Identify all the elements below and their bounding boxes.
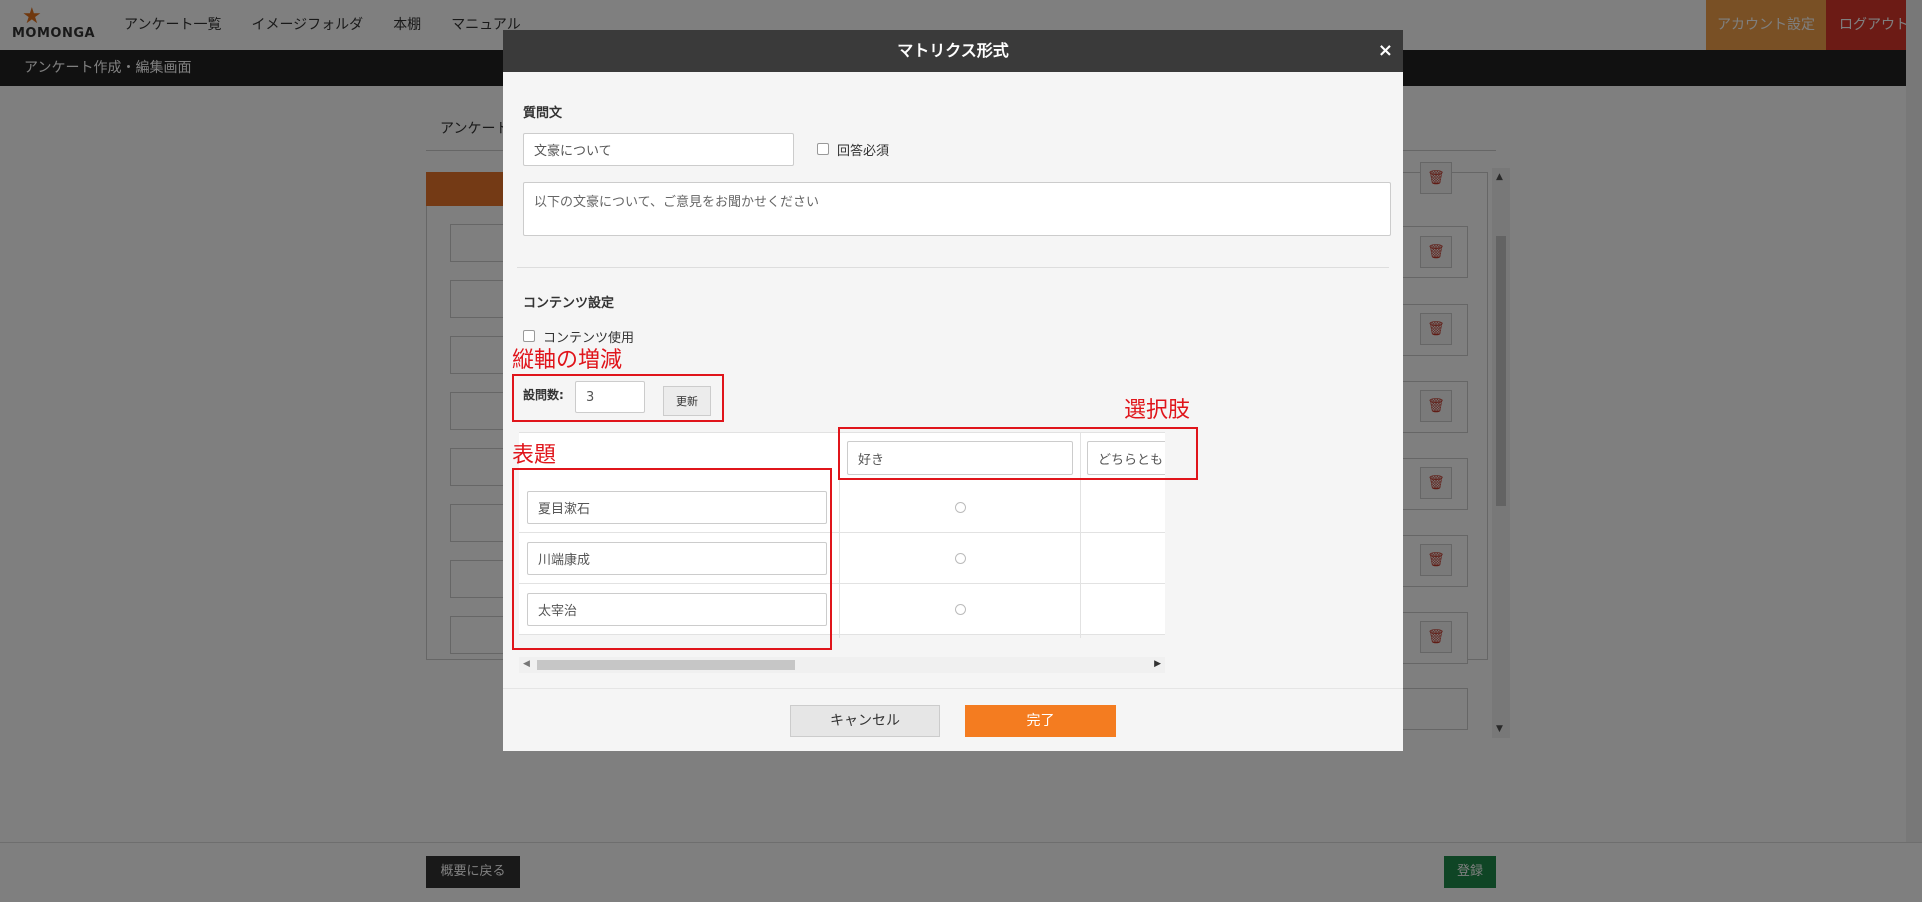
scroll-left-icon[interactable]: ◀ [523,659,530,669]
section-divider [517,267,1389,268]
required-label: 回答必須 [837,143,890,159]
done-button[interactable]: 完了 [965,705,1116,737]
question-label: 質問文 [523,106,563,121]
annotation-rows-label: 表題 [512,443,557,468]
annotation-choices-label: 選択肢 [1124,398,1191,423]
matrix-radio[interactable] [955,553,966,564]
content-settings-label: コンテンツ設定 [523,296,615,311]
annotation-rows-box [512,468,832,650]
content-use-checkbox[interactable]: コンテンツ使用 [523,325,634,347]
required-checkbox[interactable]: 回答必須 [817,138,889,160]
cancel-button[interactable]: キャンセル [790,705,940,737]
content-use-label: コンテンツ使用 [543,330,635,346]
checkbox-icon[interactable] [523,330,535,342]
question-title-input[interactable]: 文豪について [523,133,794,166]
annotation-choices-box [838,427,1198,480]
question-body-textarea[interactable]: 以下の文豪について、ご意見をお聞かせください [523,182,1391,236]
matrix-radio[interactable] [955,502,966,513]
scroll-right-icon[interactable]: ▶ [1154,659,1161,669]
close-icon[interactable]: × [1378,30,1393,72]
matrix-radio[interactable] [955,604,966,615]
annotation-count-box [512,374,724,422]
annotation-count-label: 縦軸の増減 [512,348,623,373]
dialog-title: マトリクス形式 [897,41,1009,60]
dialog-footer: キャンセル 完了 [503,688,1403,751]
dialog-header: マトリクス形式 × [503,30,1403,72]
checkbox-icon[interactable] [817,143,829,155]
scrollbar-thumb[interactable] [537,660,795,670]
matrix-horizontal-scrollbar[interactable]: ◀ ▶ [519,657,1165,673]
